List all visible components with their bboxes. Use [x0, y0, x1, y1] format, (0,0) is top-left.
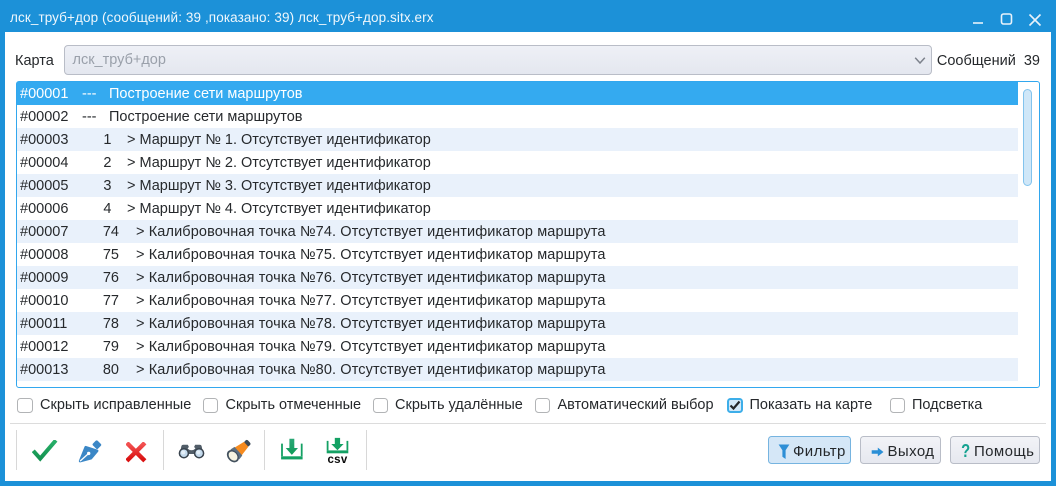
svg-text:csv: csv [327, 454, 347, 464]
